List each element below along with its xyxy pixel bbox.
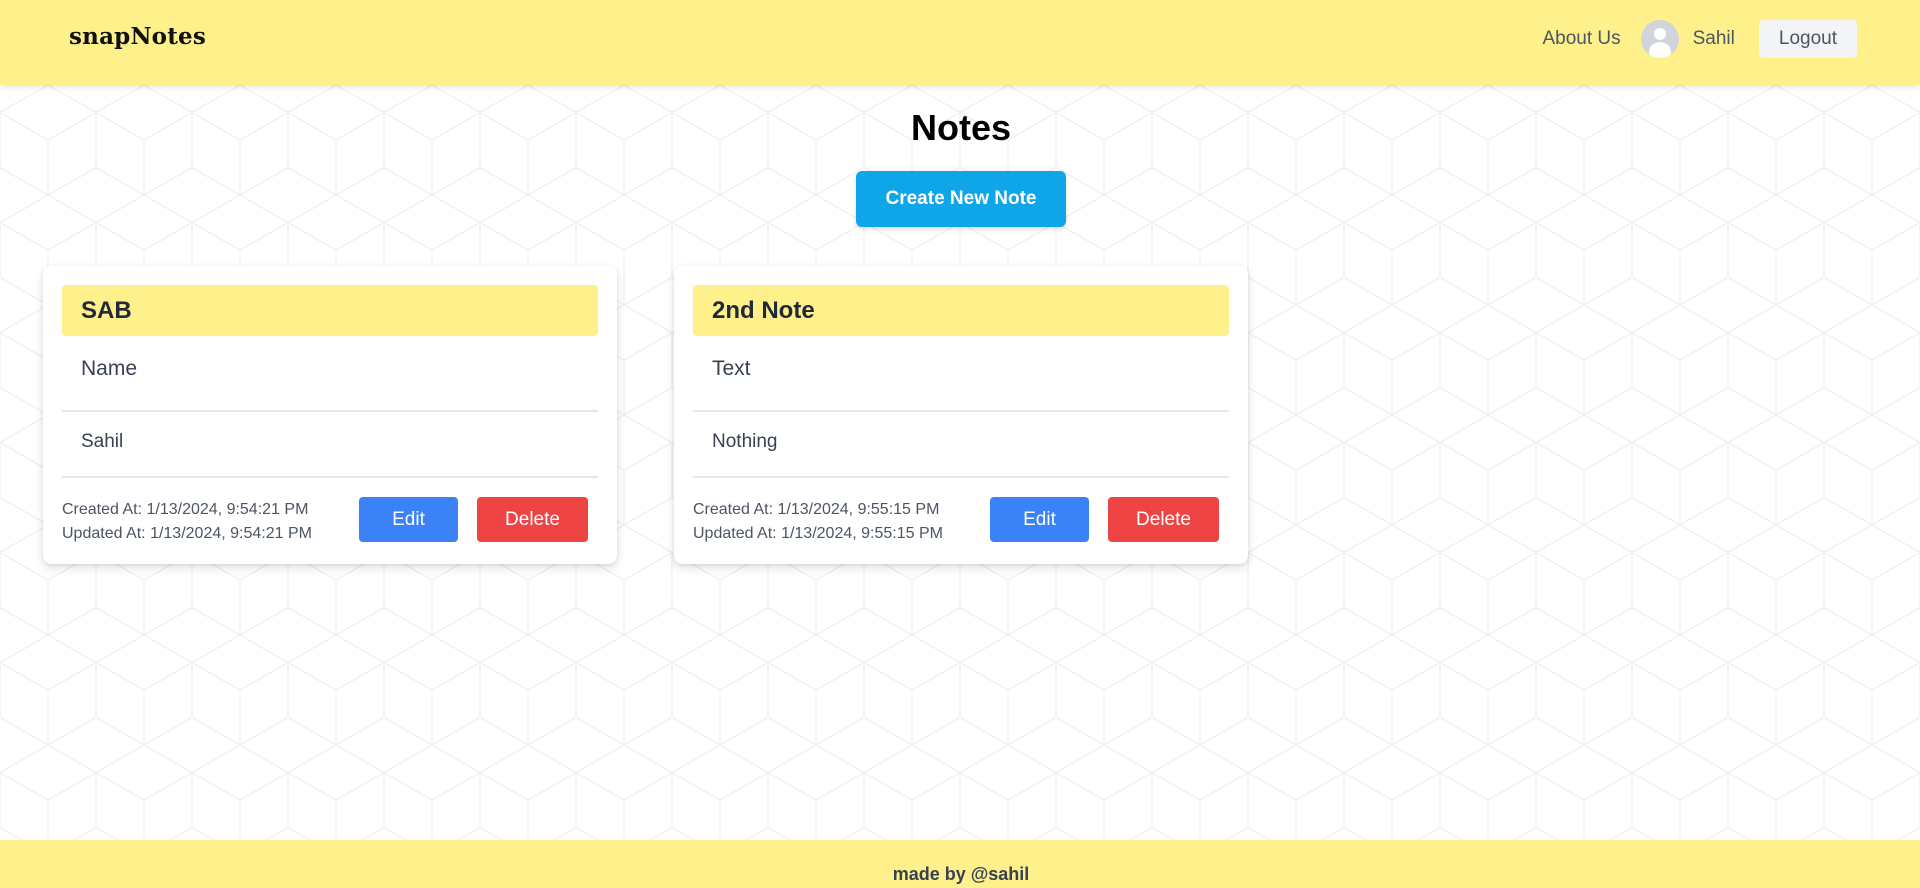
note-title-bar: 2nd Note (693, 285, 1229, 336)
note-card: SAB Name Sahil Created At: 1/13/2024, 9:… (43, 266, 617, 564)
note-content: Sahil (81, 431, 124, 452)
note-divider (62, 476, 598, 478)
about-us-link[interactable]: About Us (1542, 28, 1620, 50)
avatar-body (1648, 42, 1671, 58)
note-field-label: Name (81, 357, 138, 380)
delete-button[interactable]: Delete (477, 497, 588, 542)
note-created-at: Created At: 1/13/2024, 9:55:15 PM (693, 501, 940, 518)
page: snapNotes About Us Sahil Logout Notes Cr… (0, 0, 1920, 888)
brand-logo[interactable]: snapNotes (69, 23, 206, 50)
create-new-note-button[interactable]: Create New Note (856, 171, 1066, 227)
note-updated-at: Updated At: 1/13/2024, 9:55:15 PM (693, 525, 943, 542)
edit-button[interactable]: Edit (359, 497, 458, 542)
page-title: Notes (910, 107, 1012, 148)
edit-button[interactable]: Edit (990, 497, 1089, 542)
note-timestamps: Created At: 1/13/2024, 9:55:15 PM Update… (693, 498, 943, 546)
user-avatar-icon (1640, 20, 1679, 58)
user-name: Sahil (1692, 28, 1735, 49)
note-divider (693, 476, 1229, 478)
delete-button[interactable]: Delete (1108, 497, 1219, 542)
main-content: Notes Create New Note SAB Name Sahil Cre… (0, 85, 1920, 840)
note-title: 2nd Note (712, 297, 815, 324)
avatar-head (1653, 28, 1666, 40)
note-timestamps: Created At: 1/13/2024, 9:54:21 PM Update… (62, 498, 312, 546)
note-divider (693, 410, 1229, 412)
note-title: SAB (81, 297, 132, 324)
footer: made by @sahil (0, 840, 1920, 888)
note-updated-at: Updated At: 1/13/2024, 9:54:21 PM (62, 525, 312, 542)
note-content: Nothing (712, 431, 778, 452)
note-title-bar: SAB (62, 285, 598, 336)
footer-credit: made by @sahil (892, 864, 1030, 884)
note-divider (62, 410, 598, 412)
navbar: snapNotes About Us Sahil Logout (0, 0, 1920, 85)
note-field-label: Text (712, 357, 751, 380)
note-card: 2nd Note Text Nothing Created At: 1/13/2… (674, 266, 1248, 564)
note-created-at: Created At: 1/13/2024, 9:54:21 PM (62, 501, 309, 518)
nav-right: About Us Sahil Logout (1542, 20, 1857, 58)
logout-button[interactable]: Logout (1758, 20, 1857, 58)
